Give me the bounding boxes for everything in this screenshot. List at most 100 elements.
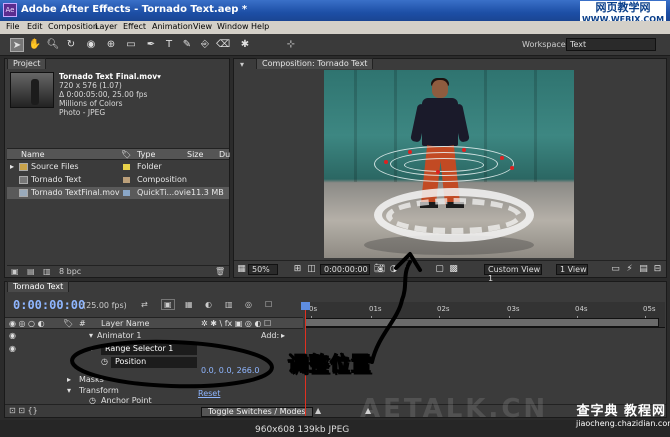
layer-row[interactable]: ◉ ▾ Animator 1 Add: ▸ (5, 330, 303, 342)
col-layer-name[interactable]: Layer Name (101, 319, 149, 328)
new-comp-icon[interactable]: ▥ (43, 267, 51, 276)
label-swatch[interactable] (123, 190, 130, 196)
position-label[interactable]: Position (111, 357, 197, 368)
add-menu-icon[interactable]: ▸ (281, 331, 285, 340)
menu-help[interactable]: Help (251, 22, 269, 31)
label-col-icon[interactable]: 🏷︎ (63, 319, 73, 328)
keyframe-handle[interactable] (500, 156, 504, 160)
menu-edit[interactable]: Edit (27, 22, 43, 31)
switches-icons[interactable]: ✲ ✱ \ fx ▣ ◎ ◐ ☐ (201, 319, 271, 328)
region-of-interest-icon[interactable]: ▢ (434, 264, 445, 275)
tornado-text-ring[interactable] (386, 198, 522, 234)
flowchart-icon[interactable]: ⊟ (652, 264, 663, 275)
tab-project[interactable]: Project (7, 58, 47, 69)
graph-editor-icon[interactable]: ☐ (265, 300, 272, 309)
toggle-pixel-aspect-icon[interactable]: ▭ (610, 264, 621, 275)
motion-blur-icon[interactable]: ◎ (245, 300, 252, 309)
menu-file[interactable]: File (6, 22, 19, 31)
axis-mode-icon[interactable]: ⊹ (284, 38, 298, 52)
transparency-grid-icon[interactable]: ▩ (448, 264, 459, 275)
motion-path-ring[interactable] (404, 158, 484, 172)
snapshot-icon[interactable]: 📷︎ (374, 264, 385, 275)
puppet-pin-icon[interactable]: ✱ (238, 38, 252, 52)
live-update-icon[interactable]: ⇄ (141, 300, 148, 309)
hide-shy-icon[interactable]: ◐ (205, 300, 212, 309)
menu-view[interactable]: View (193, 22, 212, 31)
lock-icon[interactable]: ▾ (240, 60, 244, 69)
tab-tornado-text[interactable]: Tornado Text (7, 281, 70, 292)
add-label[interactable]: Add: (261, 331, 279, 340)
expand-arrow-icon[interactable]: ▾ (67, 386, 71, 395)
range-selector-label[interactable]: Range Selector 1 (101, 344, 197, 355)
menu-window[interactable]: Window (217, 22, 249, 31)
workspace-select[interactable]: Text (566, 38, 656, 51)
bit-depth-label[interactable]: 8 bpc (59, 267, 81, 276)
timeline-current-time[interactable]: 0:00:00:00 (13, 298, 85, 312)
col-du[interactable]: Du (219, 150, 230, 159)
rotation-tool-icon[interactable]: ↻ (64, 38, 78, 52)
list-item[interactable]: ▸ Source Files Folder (7, 161, 229, 173)
keyframe-handle[interactable] (408, 150, 412, 154)
safe-zones-icon[interactable]: ⊞ (292, 264, 303, 275)
pen-tool-icon[interactable]: ✒ (144, 38, 158, 52)
label-col-icon[interactable]: 🏷︎ (121, 150, 131, 159)
mask-visibility-icon[interactable]: ◫ (306, 264, 317, 275)
type-tool-icon[interactable]: T (162, 38, 176, 52)
expand-pane-icon[interactable]: ⊡ ⊡ {} (9, 406, 38, 415)
keyframe-handle[interactable] (510, 166, 514, 170)
eraser-tool-icon[interactable]: ⌫ (216, 38, 230, 52)
toggle-switches-modes-button[interactable]: Toggle Switches / Modes (201, 407, 313, 417)
clone-stamp-icon[interactable]: ⎆ (198, 38, 212, 52)
menu-composition[interactable]: Composition (48, 22, 98, 31)
menu-effect[interactable]: Effect (123, 22, 146, 31)
zoom-tool-icon[interactable]: 🔍︎ (46, 38, 60, 52)
trash-icon[interactable]: 🗑︎ (215, 267, 225, 276)
keyframe-handle[interactable] (436, 170, 440, 174)
work-area-bar[interactable] (305, 318, 659, 327)
interpret-footage-icon[interactable]: ▣ (11, 267, 19, 276)
hand-tool-icon[interactable]: ✋ (28, 38, 42, 52)
mask-tool-icon[interactable]: ▭ (124, 38, 138, 52)
label-swatch[interactable] (123, 177, 130, 183)
expand-arrow-icon[interactable]: ▸ (91, 344, 95, 353)
camera-view-select[interactable]: Custom View 1 (484, 264, 542, 283)
draft-3d-icon[interactable]: ▦ (185, 300, 193, 309)
brush-tool-icon[interactable]: ✎ (180, 38, 194, 52)
list-item[interactable]: Tornado Text Composition (7, 174, 229, 186)
expand-arrow-icon[interactable]: ▸ (10, 162, 14, 171)
av-features-icons[interactable]: ◉ ◎ ○ ◐ (9, 319, 45, 328)
label-swatch[interactable] (123, 164, 130, 170)
eye-icon[interactable]: ◉ (9, 344, 16, 353)
orbit-camera-icon[interactable]: ◉ (84, 38, 98, 52)
show-channel-icon[interactable]: ◑ (388, 264, 399, 275)
composition-viewport[interactable] (324, 70, 574, 258)
expand-arrow-icon[interactable]: ▸ (67, 375, 71, 384)
comp-marker-icon[interactable]: ▣ (161, 299, 175, 310)
fast-previews-icon[interactable]: ⚡ (624, 264, 635, 275)
resolution-icon[interactable]: ▾ (402, 264, 413, 275)
keyframe-handle[interactable] (384, 160, 388, 164)
frame-blending-icon[interactable]: ▥ (225, 300, 233, 309)
menu-layer[interactable]: Layer (95, 22, 117, 31)
keyframe-handle[interactable] (462, 148, 466, 152)
list-item[interactable]: Tornado TextFinal.mov QuickTi...ovie 11.… (7, 187, 229, 199)
col-name[interactable]: Name (21, 150, 45, 159)
view-layout-select[interactable]: 1 View (556, 264, 588, 275)
current-time-display[interactable]: 0:00:00:00 (320, 264, 370, 275)
zoom-select[interactable]: 50% (248, 264, 278, 275)
menu-animation[interactable]: Animation (152, 22, 193, 31)
new-folder-icon[interactable]: ▤ (27, 267, 35, 276)
always-preview-icon[interactable]: ▦ (236, 264, 247, 275)
col-type[interactable]: Type (137, 150, 155, 159)
selection-tool-icon[interactable]: ➤ (10, 38, 24, 52)
zoom-out-icon[interactable]: ▲ (315, 406, 321, 415)
eye-icon[interactable]: ◉ (9, 331, 16, 340)
timeline-icon[interactable]: ▤ (638, 264, 649, 275)
current-time-indicator-head[interactable] (301, 302, 310, 310)
expand-arrow-icon[interactable]: ▾ (89, 331, 93, 340)
pan-behind-icon[interactable]: ⊕ (104, 38, 118, 52)
layer-row[interactable]: ◉ ▸ Range Selector 1 (5, 343, 303, 355)
tab-composition[interactable]: Composition: Tornado Text (256, 58, 374, 69)
footage-name[interactable]: Tornado Text Final.mov▾ (59, 72, 161, 81)
col-size[interactable]: Size (187, 150, 203, 159)
